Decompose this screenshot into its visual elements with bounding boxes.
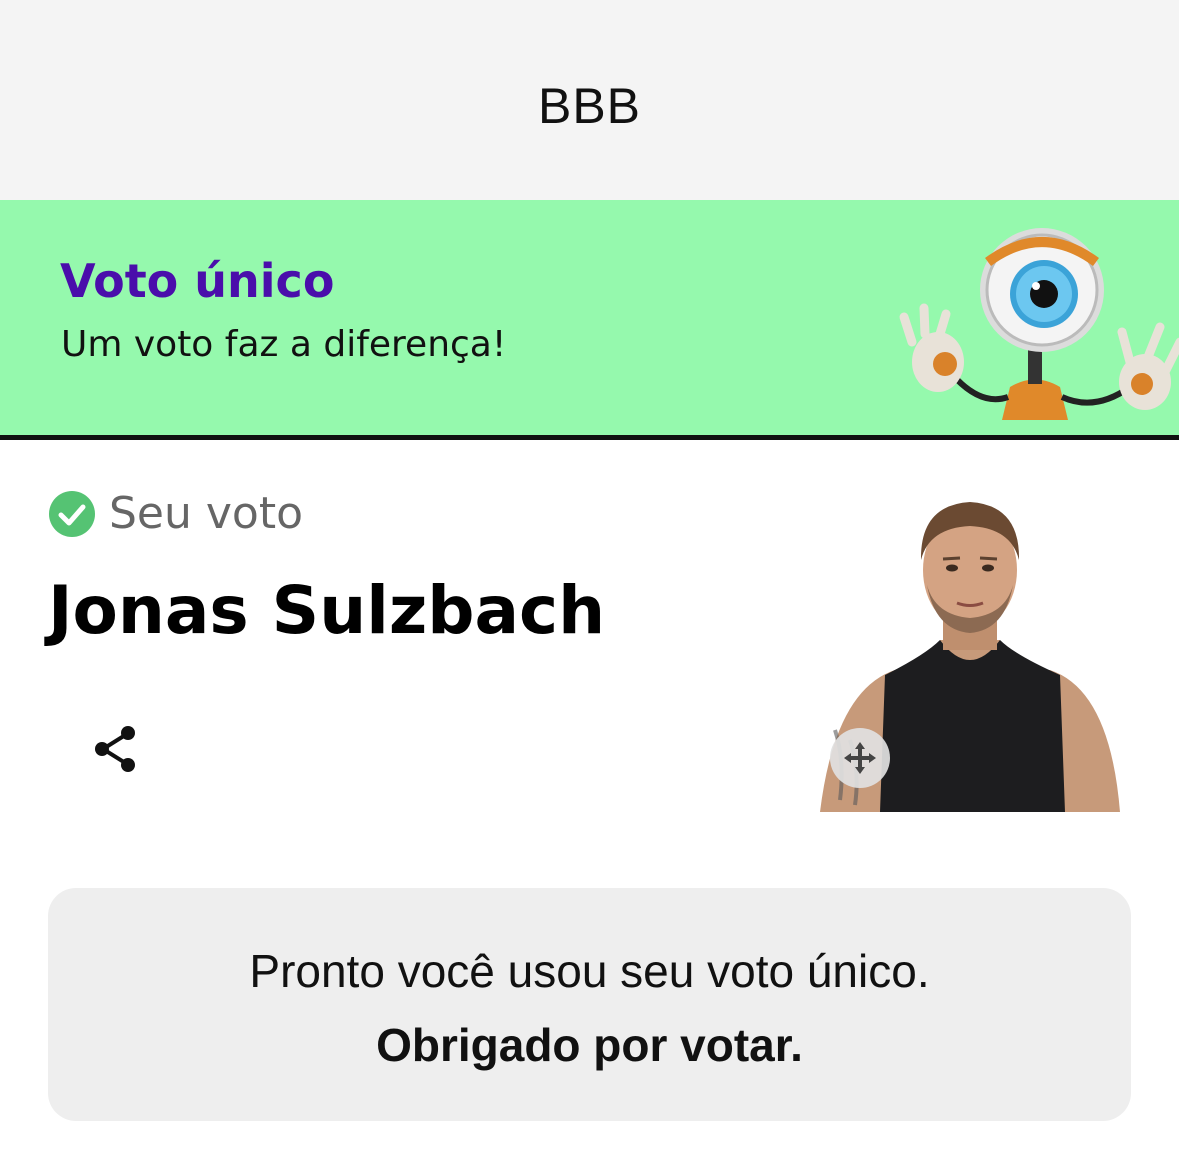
move-icon — [844, 742, 876, 774]
banner-subtitle: Um voto faz a diferença! — [61, 324, 507, 365]
top-bar: BBB — [0, 0, 1179, 200]
mascot-robot-icon — [899, 228, 1179, 420]
vote-status: Seu voto — [48, 488, 303, 539]
confirmation-notice: Pronto você usou seu voto único. Obrigad… — [48, 888, 1131, 1121]
app-title: BBB — [537, 78, 642, 134]
banner-headline: Voto único — [60, 254, 335, 308]
vote-banner: Voto único Um voto faz a diferença! — [0, 200, 1179, 435]
check-circle-icon — [49, 490, 95, 537]
banner-divider — [0, 435, 1179, 440]
vote-status-label: Seu voto — [109, 488, 304, 539]
thank-you-message: Obrigado por votar. — [376, 1019, 803, 1071]
confirmation-message: Pronto você usou seu voto único. — [249, 945, 930, 997]
candidate-name: Jonas Sulzbach — [48, 572, 606, 649]
share-icon[interactable] — [91, 724, 139, 774]
move-photo-button[interactable] — [830, 728, 890, 788]
